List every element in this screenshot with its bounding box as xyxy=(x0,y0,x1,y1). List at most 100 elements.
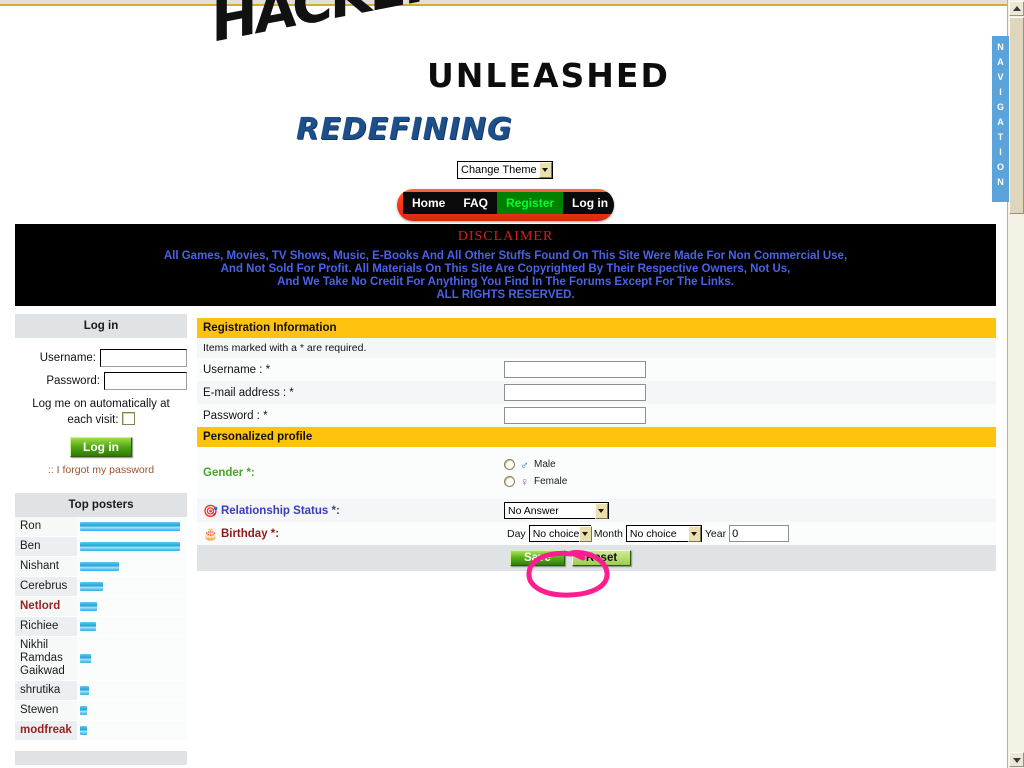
top-poster-bar xyxy=(80,622,96,631)
login-button[interactable]: Log in xyxy=(70,437,132,457)
top-posters-panel: Top posters Ron Ben Nishant Cerebrus Netlord… xyxy=(15,493,187,765)
username-field-label: Username : * xyxy=(203,363,271,376)
email-field-label: E-mail address : * xyxy=(203,386,294,399)
nav-item-home[interactable]: Home xyxy=(403,192,455,214)
login-panel-title: Log in xyxy=(15,314,187,338)
field-row-password: Password : * xyxy=(197,404,996,427)
chevron-down-icon[interactable] xyxy=(687,525,701,542)
top-poster-row: Richiee xyxy=(15,617,187,637)
form-buttons-row: Save Reset xyxy=(197,545,996,571)
top-poster-row: Nikhil Ramdas Gaikwad xyxy=(15,637,187,681)
register-email-input[interactable] xyxy=(504,384,646,401)
birthday-year-input[interactable] xyxy=(729,525,790,542)
auto-login-checkbox[interactable] xyxy=(121,412,135,425)
radio-male[interactable] xyxy=(504,459,515,470)
nav-tab-letter: A xyxy=(997,117,1004,127)
nav-tab-letter: N xyxy=(997,177,1004,187)
top-poster-bar xyxy=(80,542,180,551)
logo-redefining-text: REDEFINING xyxy=(296,112,513,147)
top-poster-bar xyxy=(80,706,87,715)
relationship-status-select[interactable]: No Answer xyxy=(504,502,609,519)
personalized-profile-header: Personalized profile xyxy=(197,427,996,447)
navigation-side-tab[interactable]: NAVIGATION xyxy=(992,36,1009,202)
top-poster-bar-wrapper xyxy=(77,637,187,680)
disclaimer-rights: ALL RIGHTS RESERVED. xyxy=(436,289,575,301)
chevron-down-icon[interactable] xyxy=(595,502,608,519)
birthday-label: Birthday *: xyxy=(220,527,280,540)
top-poster-row: Ron xyxy=(15,517,187,537)
nav-tab-letter: O xyxy=(996,162,1004,172)
top-poster-name[interactable]: Nikhil Ramdas Gaikwad xyxy=(15,637,77,680)
radio-female[interactable] xyxy=(504,476,515,487)
scroll-down-button[interactable] xyxy=(1009,752,1024,767)
top-poster-bar-wrapper xyxy=(77,701,187,720)
change-theme-select-wrapper: Change Theme xyxy=(457,160,553,179)
chevron-down-icon[interactable] xyxy=(579,525,593,542)
disclaimer-line-3: And We Take No Credit For Anything You F… xyxy=(277,276,734,288)
page-scrollbar[interactable] xyxy=(1007,0,1024,768)
gender-option-male[interactable]: ♂ Male xyxy=(504,458,996,472)
gender-option-female[interactable]: ♀ Female xyxy=(504,475,996,489)
auto-login-label: Log me on automatically at each visit: xyxy=(32,398,170,426)
nav-tab-letter: N xyxy=(997,42,1004,52)
scroll-up-button[interactable] xyxy=(1009,1,1024,16)
login-panel-body: Username: Password: Log me on automatica… xyxy=(15,338,187,476)
required-fields-note: Items marked with a * are required. xyxy=(197,338,996,358)
top-poster-row: Cerebrus xyxy=(15,577,187,597)
page-frame: HACKERS UNLEASHED REDEFINING Change Them… xyxy=(0,0,1024,768)
site-header: HACKERS UNLEASHED REDEFINING Change Them… xyxy=(0,0,1000,221)
birthday-day-select[interactable]: No choice xyxy=(528,525,593,542)
month-label: Month xyxy=(593,527,623,540)
login-password-input[interactable] xyxy=(104,372,187,390)
change-theme-value: Change Theme xyxy=(461,164,537,176)
top-poster-name[interactable]: Ron xyxy=(15,518,77,535)
register-username-input[interactable] xyxy=(504,361,646,378)
top-poster-bar-wrapper xyxy=(77,721,187,740)
login-username-input[interactable] xyxy=(100,349,187,367)
change-theme-select[interactable]: Change Theme xyxy=(457,161,553,179)
top-poster-row: Netlord xyxy=(15,597,187,617)
save-button[interactable]: Save xyxy=(510,550,565,566)
nav-tab-letter: I xyxy=(999,87,1002,97)
password-field-cell xyxy=(504,407,996,424)
target-icon: 🎯 xyxy=(203,503,218,518)
relationship-value: No Answer xyxy=(508,504,559,517)
reset-button[interactable]: Reset xyxy=(571,550,632,566)
field-row-gender: Gender *: ♂ Male ♀ Female xyxy=(197,447,996,499)
register-password-input[interactable] xyxy=(504,407,646,424)
nav-item-faq[interactable]: FAQ xyxy=(454,192,498,214)
top-poster-name[interactable]: Stewen xyxy=(15,702,77,719)
top-poster-name[interactable]: Richiee xyxy=(15,618,77,635)
top-poster-bar xyxy=(80,582,103,591)
nav-item-login[interactable]: Log in xyxy=(563,192,614,214)
top-poster-bar-wrapper xyxy=(77,597,187,616)
username-field-cell xyxy=(504,361,996,378)
field-row-username: Username : * xyxy=(197,358,996,381)
top-poster-row: Ben xyxy=(15,537,187,557)
registration-form: Registration Information Items marked wi… xyxy=(197,318,996,571)
top-poster-bar xyxy=(80,686,89,695)
birthday-month-select[interactable]: No choice xyxy=(625,525,702,542)
top-posters-list: Ron Ben Nishant Cerebrus Netlord Richiee Nikhi… xyxy=(15,517,187,741)
top-poster-bar-wrapper xyxy=(77,617,187,636)
nav-item-register[interactable]: Register xyxy=(497,192,564,214)
top-poster-name[interactable]: Ben xyxy=(15,538,77,555)
top-poster-name[interactable]: modfreak xyxy=(15,722,77,739)
top-posters-title: Top posters xyxy=(15,493,187,517)
top-poster-name[interactable]: Cerebrus xyxy=(15,578,77,595)
gender-label: Gender *: xyxy=(203,467,255,479)
field-row-email: E-mail address : * xyxy=(197,381,996,404)
forgot-password-link[interactable]: :: I forgot my password xyxy=(15,464,187,476)
top-poster-name[interactable]: Netlord xyxy=(15,598,77,615)
arrow-up-icon xyxy=(1013,6,1021,11)
nav-tab-letter: G xyxy=(996,102,1004,112)
top-poster-name[interactable]: shrutika xyxy=(15,682,77,699)
top-poster-row: modfreak xyxy=(15,721,187,741)
chevron-down-icon[interactable] xyxy=(539,162,552,178)
top-poster-name[interactable]: Nishant xyxy=(15,558,77,575)
field-row-relationship: 🎯 Relationship Status *: No Answer xyxy=(197,499,996,522)
left-sidebar: Log in Username: Password: Log me on aut… xyxy=(15,314,187,765)
next-panel-header xyxy=(15,751,187,765)
scrollbar-thumb[interactable] xyxy=(1009,17,1024,214)
nav-tab-letter: V xyxy=(997,72,1004,82)
